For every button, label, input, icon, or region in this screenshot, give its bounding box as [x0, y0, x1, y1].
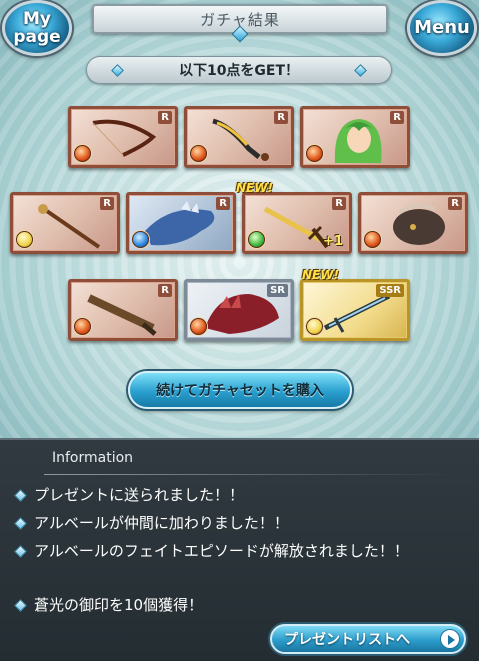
buy-gacha-set-label: 続けてガチャセットを購入: [156, 383, 324, 399]
diamond-bullet-icon: [14, 489, 27, 502]
diamond-bullet-icon: [14, 545, 27, 558]
buy-gacha-set-button[interactable]: 続けてガチャセットを購入: [128, 371, 352, 409]
rarity-badge: R: [332, 197, 346, 210]
fire-element-icon: [190, 318, 207, 335]
result-card[interactable]: SSR: [300, 279, 410, 341]
result-card[interactable]: SR: [184, 279, 294, 341]
gem-icon: [111, 64, 124, 77]
character-portrait-icon: [334, 119, 382, 163]
menu-button[interactable]: Menu: [407, 0, 477, 56]
present-list-button[interactable]: プレゼントリストへ: [270, 624, 466, 654]
rarity-badge: R: [216, 197, 230, 210]
rarity-badge: R: [390, 111, 404, 124]
dragon-summon-icon: [145, 201, 215, 246]
beast-summon-icon: [393, 204, 445, 245]
header-bar: ガチャ結果: [92, 4, 388, 43]
result-card[interactable]: R: [10, 192, 120, 254]
rarity-badge: R: [158, 111, 172, 124]
mypage-label: My page: [13, 9, 61, 47]
result-card[interactable]: R: [126, 192, 236, 254]
result-card[interactable]: R: [68, 106, 178, 168]
light-element-icon: [306, 318, 323, 335]
gem-icon: [354, 64, 367, 77]
info-item: 蒼光の御印を10個獲得！: [14, 594, 464, 616]
info-item: プレゼントに送られました！！: [14, 484, 464, 506]
mypage-button[interactable]: My page: [2, 0, 72, 56]
new-badge: NEW!: [302, 268, 339, 282]
staff-weapon-icon: [38, 204, 101, 249]
info-item-text: 蒼光の御印を10個獲得！: [34, 596, 204, 614]
scimitar-weapon-icon: [212, 118, 269, 161]
fire-element-icon: [190, 145, 207, 162]
divider: [44, 474, 455, 475]
menu-label: Menu: [414, 17, 470, 38]
diamond-bullet-icon: [14, 599, 27, 612]
fire-element-icon: [74, 318, 91, 335]
gun-weapon-icon: [87, 294, 157, 336]
wind-element-icon: [248, 231, 265, 248]
result-banner-text: 以下10点をGET！: [178, 63, 300, 79]
fire-element-icon: [306, 145, 323, 162]
information-title: Information: [52, 450, 134, 466]
fire-element-icon: [364, 231, 381, 248]
info-item: アルベールのフェイトエピソードが解放されました！！: [14, 540, 454, 562]
info-item: アルベールが仲間に加わりました！！: [14, 512, 464, 534]
rarity-badge: R: [158, 284, 172, 297]
result-card[interactable]: R: [358, 192, 468, 254]
water-element-icon: [132, 231, 149, 248]
result-card[interactable]: R +1: [242, 192, 352, 254]
result-card[interactable]: R: [300, 106, 410, 168]
new-badge: NEW!: [236, 181, 273, 195]
info-item-text: プレゼントに送られました！！: [34, 486, 245, 504]
present-list-label: プレゼントリストへ: [284, 632, 410, 648]
result-card[interactable]: R: [184, 106, 294, 168]
result-card[interactable]: R: [68, 279, 178, 341]
plus-bonus-label: +1: [323, 234, 343, 249]
fire-element-icon: [74, 145, 91, 162]
result-banner: 以下10点をGET！: [86, 56, 392, 84]
info-item-text: アルベールが仲間に加わりました！！: [34, 514, 289, 532]
rarity-badge: R: [274, 111, 288, 124]
rarity-badge: R: [448, 197, 462, 210]
light-element-icon: [16, 231, 33, 248]
info-item-text: アルベールのフェイトエピソードが解放されました！！: [34, 542, 409, 560]
rarity-badge: SR: [267, 284, 288, 297]
diamond-bullet-icon: [14, 517, 27, 530]
gacha-result-scene: My page ガチャ結果 Menu 以下10点をGET！ R R R R R …: [0, 0, 479, 438]
bow-weapon-icon: [92, 119, 157, 157]
rarity-badge: SSR: [376, 284, 404, 297]
rarity-badge: R: [100, 197, 114, 210]
arrow-right-icon: [440, 629, 460, 649]
